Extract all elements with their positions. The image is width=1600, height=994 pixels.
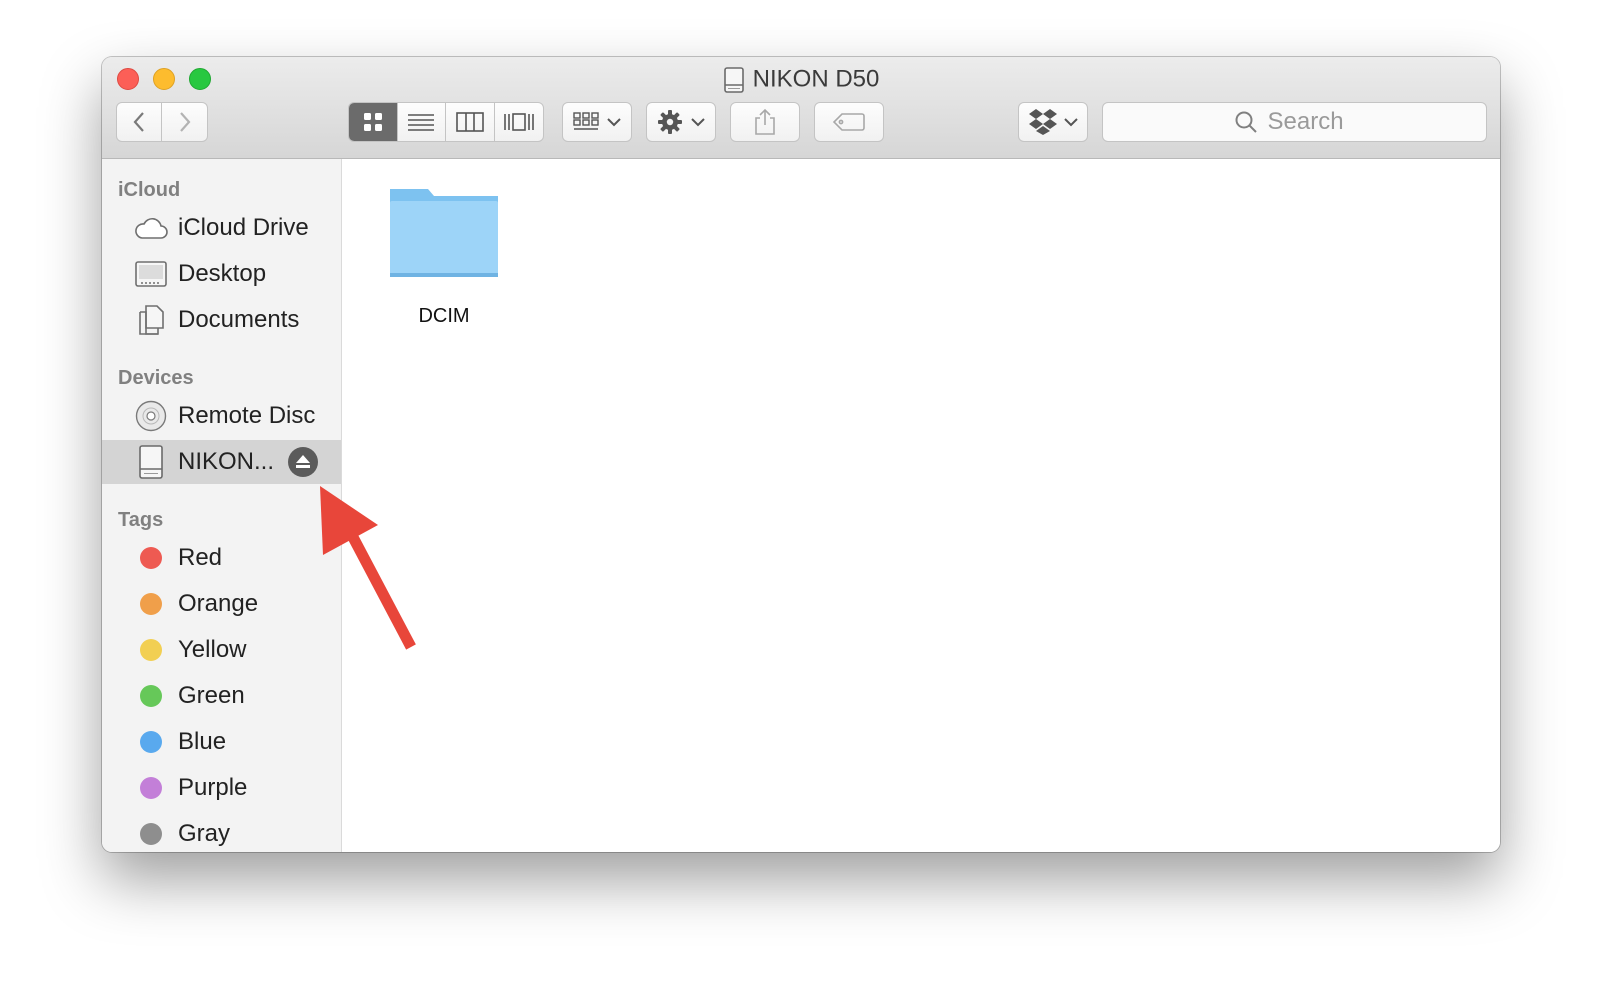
search-field[interactable] <box>1102 102 1487 142</box>
sidebar-item-label: Documents <box>178 306 300 333</box>
dropbox-icon <box>1029 109 1057 135</box>
chevron-left-icon <box>133 112 144 132</box>
share-icon <box>755 108 775 135</box>
column-view-button[interactable] <box>446 103 495 141</box>
folder-item[interactable]: DCIM <box>384 183 504 327</box>
eject-icon <box>296 455 310 468</box>
drive-icon <box>723 66 744 93</box>
navigation-buttons <box>116 102 208 142</box>
sidebar-item-desktop[interactable]: Desktop <box>102 252 341 296</box>
sidebar-heading-devices: Devices <box>118 367 194 389</box>
file-browser-content: DCIM <box>342 159 1500 852</box>
forward-button[interactable] <box>162 103 207 141</box>
sidebar-item-label: Desktop <box>178 260 267 287</box>
sidebar-item-label: Purple <box>178 774 248 801</box>
list-view-button[interactable] <box>398 103 446 141</box>
tag-dot-yellow <box>140 639 162 661</box>
sidebar-item-tag-gray[interactable]: Gray <box>102 812 341 852</box>
cloud-icon <box>134 211 168 245</box>
column-view-icon <box>455 112 484 132</box>
sidebar-item-label: Remote Disc <box>178 402 316 429</box>
cover-flow-view-button[interactable] <box>495 103 544 141</box>
sidebar-item-label: Gray <box>178 820 231 847</box>
tag-dot-gray <box>140 823 162 845</box>
view-mode-control <box>348 102 544 142</box>
window-title-area: NIKON D50 <box>102 64 1500 94</box>
titlebar: NIKON D50 <box>102 57 1500 159</box>
sidebar: iCloud iCloud Drive Desktop Documents De… <box>102 159 342 852</box>
desktop-icon <box>134 257 168 291</box>
search-input[interactable] <box>1267 108 1356 136</box>
sidebar-item-label: Orange <box>178 590 259 617</box>
chevron-right-icon <box>179 112 190 132</box>
chevron-down-icon <box>691 117 705 126</box>
gear-icon <box>658 110 682 134</box>
tag-dot-blue <box>140 731 162 753</box>
window-title: NIKON D50 <box>752 65 880 93</box>
eject-button[interactable] <box>288 447 318 477</box>
sidebar-item-tag-yellow[interactable]: Yellow <box>102 628 341 672</box>
back-button[interactable] <box>117 103 163 141</box>
grid-icon <box>573 112 599 130</box>
sidebar-item-label: Red <box>178 544 223 571</box>
sidebar-heading-tags: Tags <box>118 509 164 531</box>
disc-icon <box>134 399 168 433</box>
chevron-down-icon <box>607 117 621 126</box>
drive-icon <box>134 445 168 479</box>
tag-dot-red <box>140 547 162 569</box>
tag-dot-orange <box>140 593 162 615</box>
sidebar-item-tag-green[interactable]: Green <box>102 674 341 718</box>
sidebar-item-remote-disc[interactable]: Remote Disc <box>102 394 341 438</box>
action-button[interactable] <box>646 102 716 142</box>
list-view-icon <box>408 114 435 131</box>
arrange-button[interactable] <box>562 102 632 142</box>
icon-view-icon <box>363 113 382 131</box>
sidebar-item-tag-red[interactable]: Red <box>102 536 341 580</box>
sidebar-item-label: Blue <box>178 728 227 755</box>
sidebar-item-tag-purple[interactable]: Purple <box>102 766 341 810</box>
sidebar-item-label: NIKON... <box>178 448 275 475</box>
edit-tags-button[interactable] <box>814 102 884 142</box>
chevron-down-icon <box>1064 117 1078 126</box>
sidebar-item-label: Yellow <box>178 636 247 663</box>
share-button[interactable] <box>730 102 800 142</box>
dropbox-button[interactable] <box>1018 102 1088 142</box>
sidebar-item-tag-blue[interactable]: Blue <box>102 720 341 764</box>
tag-icon <box>832 113 865 131</box>
tag-dot-purple <box>140 777 162 799</box>
search-icon <box>1235 111 1257 133</box>
sidebar-item-documents[interactable]: Documents <box>102 298 341 342</box>
folder-icon <box>390 189 498 277</box>
sidebar-heading-icloud: iCloud <box>118 179 181 201</box>
tag-dot-green <box>140 685 162 707</box>
finder-window: NIKON D50 Search iCloud iCloud Drive Des… <box>102 57 1500 852</box>
sidebar-item-tag-orange[interactable]: Orange <box>102 582 341 626</box>
folder-name: DCIM <box>418 305 470 327</box>
document-icon <box>134 303 168 337</box>
sidebar-item-label: iCloud Drive <box>178 214 309 241</box>
sidebar-item-nikon[interactable]: NIKON... <box>102 440 341 484</box>
cover-flow-view-icon <box>503 113 534 131</box>
sidebar-item-label: Green <box>178 682 245 709</box>
icon-view-button[interactable] <box>349 103 398 141</box>
sidebar-item-icloud-drive[interactable]: iCloud Drive <box>102 206 341 250</box>
